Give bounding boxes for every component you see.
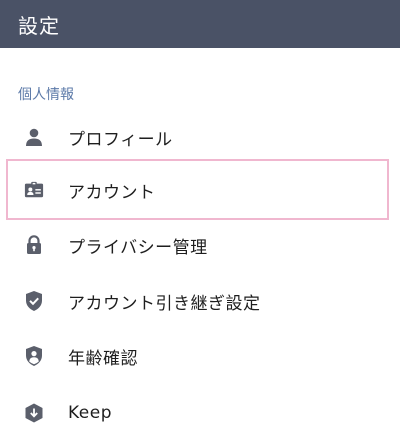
menu-item-privacy[interactable]: プライバシー管理	[0, 220, 400, 270]
menu-item-profile[interactable]: プロフィール	[0, 112, 400, 162]
keep-download-icon	[24, 403, 44, 423]
id-card-icon	[24, 180, 44, 200]
menu-item-label: プロフィール	[68, 129, 173, 150]
app-header: 設定	[0, 0, 400, 48]
menu-item-label: 年齢確認	[68, 348, 138, 369]
menu-item-label: アカウント引き継ぎ設定	[68, 293, 261, 314]
menu-item-label: プライバシー管理	[68, 237, 208, 258]
menu-item-account[interactable]: アカウント	[0, 165, 400, 215]
menu-item-keep[interactable]: Keep	[0, 388, 400, 438]
menu-item-age-verification[interactable]: 年齢確認	[0, 331, 400, 381]
menu-item-label: アカウント	[68, 182, 156, 203]
page-title: 設定	[18, 13, 60, 38]
shield-check-icon	[24, 291, 44, 311]
section-label-personal-info: 個人情報	[18, 87, 74, 103]
shield-person-icon	[24, 346, 44, 366]
menu-item-account-transfer[interactable]: アカウント引き継ぎ設定	[0, 276, 400, 326]
menu-item-label: Keep	[68, 403, 113, 423]
lock-icon	[24, 235, 44, 255]
person-icon	[24, 127, 44, 147]
